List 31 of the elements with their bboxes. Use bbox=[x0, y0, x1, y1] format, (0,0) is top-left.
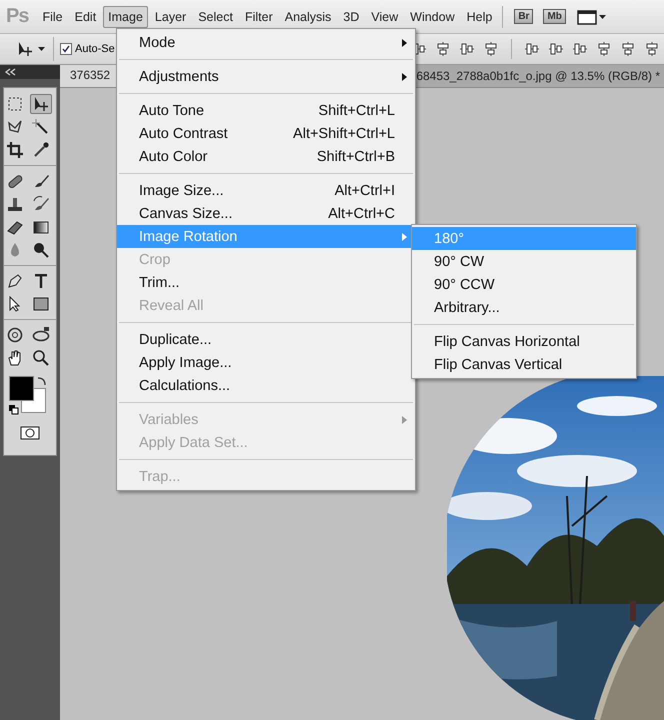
menu-item[interactable]: Flip Canvas Horizontal bbox=[412, 330, 636, 353]
menu-item[interactable]: 90° CW bbox=[412, 250, 636, 273]
menu-item[interactable]: Mode bbox=[117, 31, 415, 54]
menu-bar-item[interactable]: File bbox=[37, 6, 68, 28]
app-logo: Ps bbox=[5, 5, 30, 28]
menu-item[interactable]: Canvas Size... Alt+Ctrl+C bbox=[117, 202, 415, 225]
menu-bar-item[interactable]: Window bbox=[405, 6, 460, 28]
menu-item[interactable]: 90° CCW bbox=[412, 273, 636, 296]
document-title: 68453_2788a0b1fc_o.jpg @ 13.5% (RGB/8) * bbox=[416, 69, 661, 83]
menu-bar-item[interactable]: Image bbox=[103, 6, 148, 28]
menu-item[interactable]: Auto Tone Shift+Ctrl+L bbox=[117, 99, 415, 122]
menu-bar-item[interactable]: Analysis bbox=[280, 6, 336, 28]
auto-select-checkbox[interactable]: Auto-Se bbox=[60, 43, 115, 55]
menu-item[interactable]: Duplicate... bbox=[117, 328, 415, 351]
menu-item[interactable]: Apply Image... bbox=[117, 351, 415, 374]
menu-bar-item[interactable]: View bbox=[366, 6, 404, 28]
menu-item[interactable]: Flip Canvas Vertical bbox=[412, 353, 636, 376]
menu-item[interactable]: Arbitrary... bbox=[412, 296, 636, 319]
menu-bar-item[interactable]: 3D bbox=[338, 6, 364, 28]
menu-item[interactable]: Auto Contrast Alt+Shift+Ctrl+L bbox=[117, 122, 415, 145]
menu-bar-item[interactable]: Filter bbox=[240, 6, 278, 28]
menu-item[interactable]: Image Size... Alt+Ctrl+I bbox=[117, 179, 415, 202]
app-launcher-button[interactable]: Br bbox=[514, 9, 534, 24]
menu-item[interactable]: Trim... bbox=[117, 271, 415, 294]
menu-item[interactable]: Calculations... bbox=[117, 374, 415, 397]
menu-bar-item[interactable]: Help bbox=[462, 6, 498, 28]
menu-item[interactable]: Auto Color Shift+Ctrl+B bbox=[117, 145, 415, 168]
menu-bar-item[interactable]: Select bbox=[193, 6, 238, 28]
menu-bar-item[interactable]: Edit bbox=[70, 6, 102, 28]
app-launcher-button[interactable]: Mb bbox=[543, 9, 566, 24]
menu-bar-item[interactable]: Layer bbox=[150, 6, 192, 28]
